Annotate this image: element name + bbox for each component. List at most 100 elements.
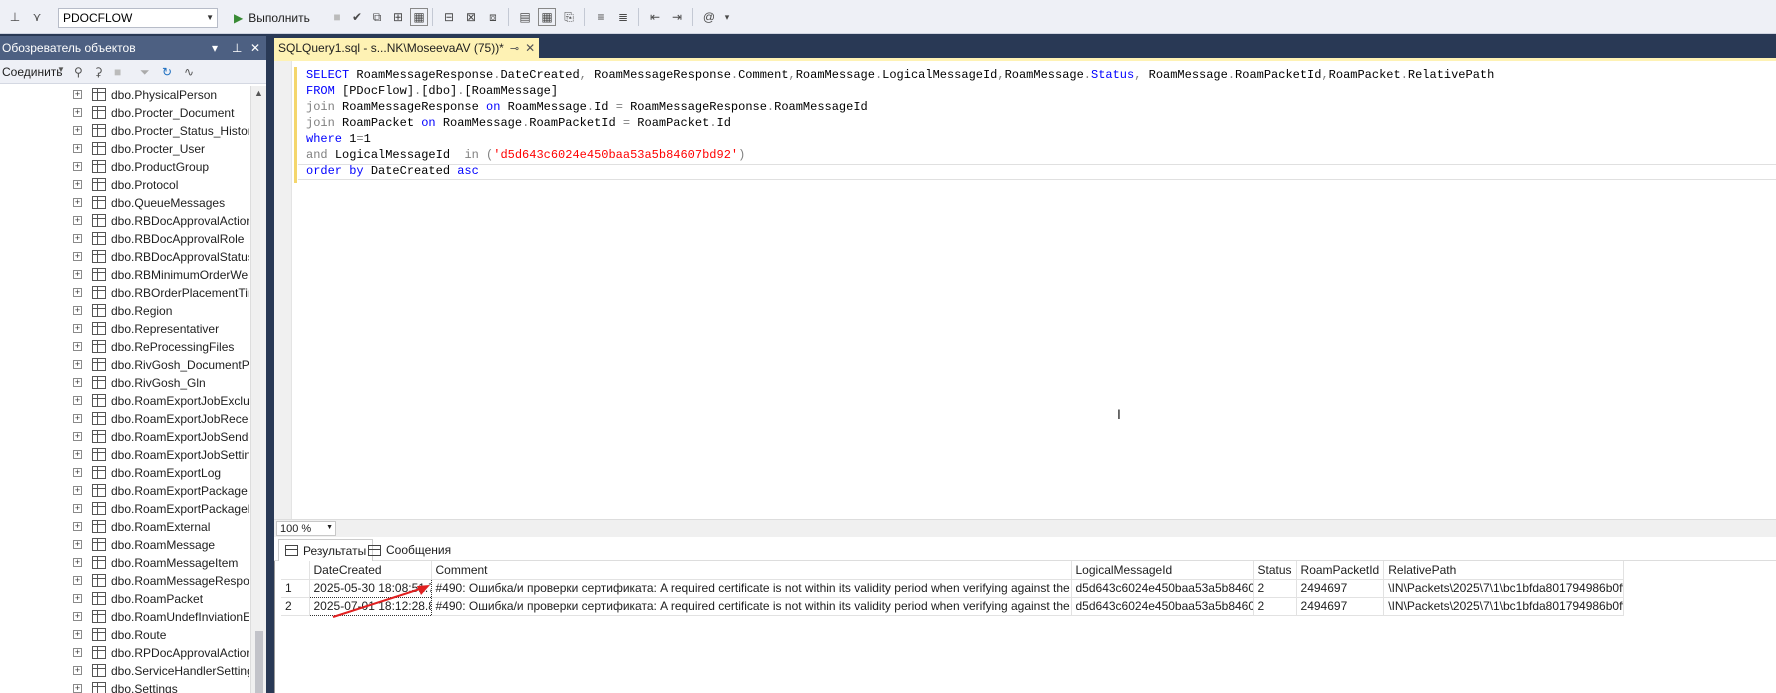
tree-item[interactable]: + dbo.Region [0,302,250,320]
scrollbar-thumb[interactable] [255,631,263,693]
expand-icon[interactable]: + [73,486,82,495]
execute-button[interactable]: ▶ Выполнить [234,8,310,28]
calc-icon[interactable]: ▦ [410,8,428,26]
table-row[interactable]: 12025-05-30 18:08:51.700#490: Ошибка/и п… [281,578,1625,598]
expand-icon[interactable]: + [73,144,82,153]
expand-icon[interactable]: + [73,612,82,621]
row-number[interactable]: 1 [281,579,310,598]
tree-item[interactable]: + dbo.ReProcessingFiles [0,338,250,356]
cell-status[interactable]: 2 [1253,579,1297,598]
expand-icon[interactable]: + [73,594,82,603]
column-header[interactable]: LogicalMessageId [1071,561,1254,580]
uncomment-icon[interactable]: ≣ [614,8,632,26]
cell-roampacketid[interactable]: 2494697 [1296,597,1385,616]
column-header[interactable]: Comment [431,561,1072,580]
tab-results[interactable]: Результаты [278,539,374,561]
tree-item[interactable]: + dbo.RivGosh_DocumentPr [0,356,250,374]
tree-item[interactable]: + dbo.QueueMessages [0,194,250,212]
sql-editor[interactable]: SELECT RoamMessageResponse.DateCreated, … [274,61,1776,519]
expand-icon[interactable]: + [73,468,82,477]
expand-icon[interactable]: + [73,630,82,639]
expand-icon[interactable]: + [73,180,82,189]
results-grid[interactable]: DateCreated Comment LogicalMessageId Status… [281,561,1625,616]
cell-roampacketid[interactable]: 2494697 [1296,579,1385,598]
intellisense-icon[interactable]: ⊠ [462,8,480,26]
tree-item[interactable]: + dbo.ServiceHandlerSetting [0,662,250,680]
filter-icon[interactable]: ⋎ [28,8,46,26]
expand-icon[interactable]: + [73,288,82,297]
activity-icon[interactable]: ∿ [184,65,194,79]
tree-item[interactable]: + dbo.RoamMessageItem [0,554,250,572]
tree-item[interactable]: + dbo.RoamExportJobReceiv [0,410,250,428]
connect-icon[interactable]: ⚲ [74,65,83,79]
disconnect-icon[interactable]: ⚳ [94,65,103,79]
refresh-icon[interactable]: ↻ [162,65,172,79]
dropdown-icon[interactable]: ▾ [212,41,218,55]
expand-icon[interactable]: + [73,414,82,423]
check-icon[interactable]: ✔ [348,8,366,26]
include-plan-icon[interactable]: ⧈ [484,8,502,26]
cell-logicalmessageid[interactable]: d5d643c6024e450baa53a5b84607bd92 [1071,597,1254,616]
toolbar-overflow-icon[interactable]: ▾ [718,8,736,26]
stop-icon[interactable]: ■ [328,8,346,26]
expand-icon[interactable]: + [73,666,82,675]
tab-messages[interactable]: Сообщения [362,539,457,561]
expand-icon[interactable]: + [73,378,82,387]
expand-icon[interactable]: + [73,558,82,567]
expand-icon[interactable]: + [73,324,82,333]
expand-icon[interactable]: + [73,234,82,243]
scroll-up-icon[interactable]: ▲ [254,88,263,98]
expand-icon[interactable]: + [73,108,82,117]
expand-icon[interactable]: + [73,342,82,351]
expand-icon[interactable]: + [73,576,82,585]
tree-item[interactable]: + dbo.RoamMessage [0,536,250,554]
expand-icon[interactable]: + [73,396,82,405]
tree-item[interactable]: + dbo.RoamExportPackagel [0,500,250,518]
tree-item[interactable]: + dbo.Route [0,626,250,644]
filter-icon[interactable]: ⏷ [140,65,150,80]
tree-item[interactable]: + dbo.RoamExternal [0,518,250,536]
expand-icon[interactable]: + [73,306,82,315]
panel-splitter[interactable] [266,36,274,693]
expand-icon[interactable]: + [73,126,82,135]
tree-item[interactable]: + dbo.RPDocApprovalActior [0,644,250,662]
expand-icon[interactable]: + [73,522,82,531]
connect-button[interactable]: Соединить [2,65,63,79]
row-number[interactable]: 2 [281,597,310,616]
pin-icon[interactable]: ⊥ [232,41,242,55]
tree-item[interactable]: + dbo.Procter_Status_Histor [0,122,250,140]
cell-comment[interactable]: #490: Ошибка/и проверки сертификата: A r… [431,579,1072,598]
column-header[interactable]: Status [1253,561,1297,580]
table-row[interactable]: 22025-07-01 18:12:28.877#490: Ошибка/и п… [281,596,1625,616]
tree-item[interactable]: + dbo.Representativer [0,320,250,338]
tree-item[interactable]: + dbo.RoamExportJobExcluc [0,392,250,410]
tree-item[interactable]: + dbo.RoamExportPackage [0,482,250,500]
expand-icon[interactable]: + [73,198,82,207]
column-header[interactable]: RoamPacketId [1296,561,1385,580]
tree-item[interactable]: + dbo.RoamUndefInviationE [0,608,250,626]
tree-item[interactable]: + dbo.ProductGroup [0,158,250,176]
tree-item[interactable]: + dbo.Settings [0,680,250,693]
expand-icon[interactable]: + [73,90,82,99]
tree-item[interactable]: + dbo.RBMinimumOrderWe [0,266,250,284]
results-file-icon[interactable]: ⎘ [560,8,578,26]
stop-icon[interactable]: ■ [114,65,121,79]
tree-item[interactable]: + dbo.RBDocApprovalActior [0,212,250,230]
close-icon[interactable]: ✕ [525,41,535,55]
query-options-icon[interactable]: ⊟ [440,8,458,26]
expand-icon[interactable]: + [73,540,82,549]
cell-relativepath[interactable]: \IN\Packets\2025\7\1\bc1bfda801794986b0f… [1383,597,1625,616]
expand-icon[interactable]: + [73,252,82,261]
tree-item[interactable]: + dbo.RoamExportLog [0,464,250,482]
pin-icon[interactable]: ⊸ [510,42,519,55]
expand-icon[interactable]: + [73,648,82,657]
chevron-down-icon[interactable]: ▼ [57,65,65,74]
expand-icon[interactable]: + [73,162,82,171]
cell-relativepath[interactable]: \IN\Packets\2025\7\1\bc1bfda801794986b0f… [1383,579,1625,598]
expand-icon[interactable]: + [73,504,82,513]
tree-item[interactable]: + dbo.Procter_Document [0,104,250,122]
tree-item[interactable]: + dbo.Procter_User [0,140,250,158]
plan-icon[interactable]: ⧉ [368,8,386,26]
sql-code[interactable]: SELECT RoamMessageResponse.DateCreated, … [306,67,1494,179]
expand-icon[interactable]: + [73,432,82,441]
